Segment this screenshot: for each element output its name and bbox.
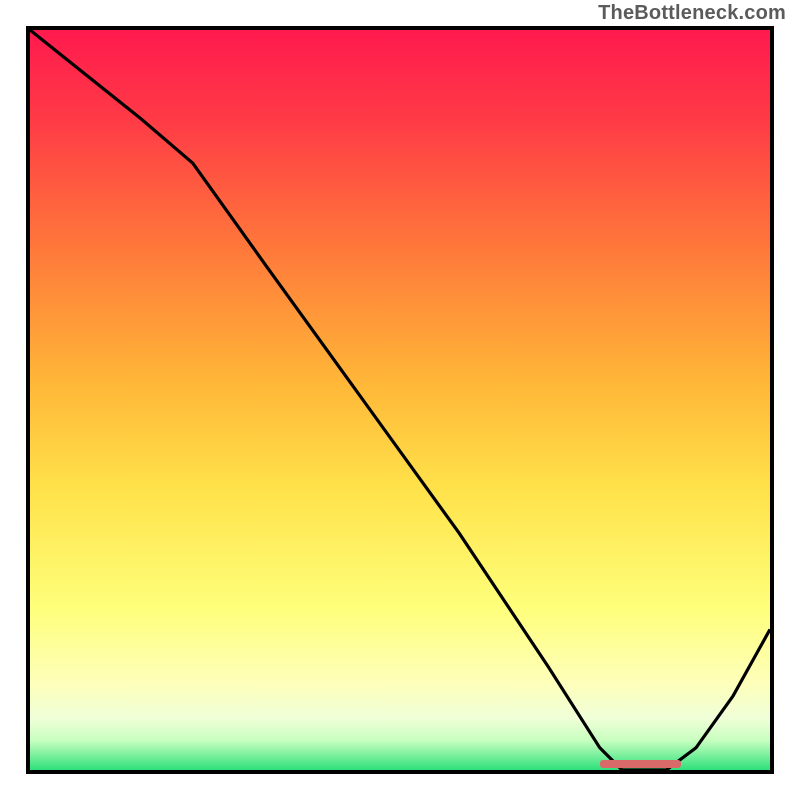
- chart-container: TheBottleneck.com: [0, 0, 800, 800]
- optimal-range-marker: [600, 760, 681, 768]
- plot-frame: [26, 26, 774, 774]
- bottleneck-curve: [30, 30, 770, 770]
- watermark-text: TheBottleneck.com: [598, 2, 786, 25]
